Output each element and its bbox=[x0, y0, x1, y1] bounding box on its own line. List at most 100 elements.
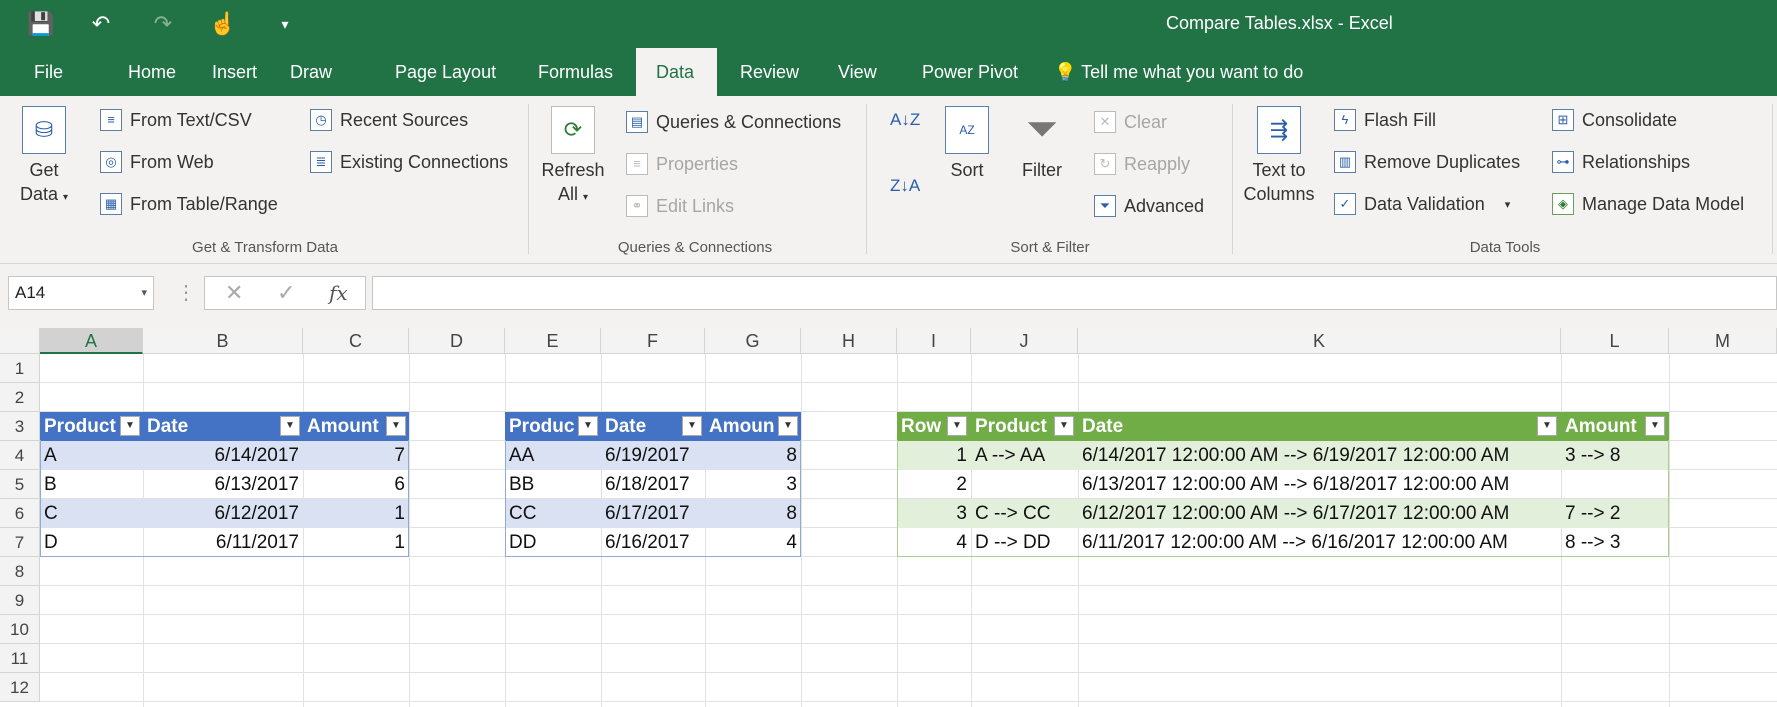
table2-cell[interactable]: 6/19/2017 bbox=[601, 441, 705, 470]
refresh-all-button[interactable]: ⟳ Refresh All ▾ bbox=[540, 106, 606, 210]
chevron-down-icon[interactable]: ▾ bbox=[141, 277, 147, 309]
table1-cell[interactable]: C bbox=[40, 499, 143, 528]
filter-dropdown-icon[interactable]: ▼ bbox=[947, 416, 967, 436]
data-validation-button[interactable]: ✓ Data Validation ▾ bbox=[1334, 193, 1510, 215]
reapply-button[interactable]: ↻ Reapply bbox=[1094, 153, 1190, 175]
table3-cell[interactable]: 4 bbox=[897, 528, 971, 557]
row-header-4[interactable]: 4 bbox=[0, 441, 40, 470]
table2-cell[interactable]: 3 bbox=[705, 470, 801, 499]
filter-dropdown-icon[interactable]: ▼ bbox=[1054, 416, 1074, 436]
filter-dropdown-icon[interactable]: ▼ bbox=[778, 416, 798, 436]
column-header-m[interactable]: M bbox=[1669, 328, 1777, 354]
table3-cell[interactable]: C --> CC bbox=[971, 499, 1078, 528]
row-header-8[interactable]: 8 bbox=[0, 557, 40, 586]
formula-input[interactable] bbox=[372, 276, 1777, 310]
table2-cell[interactable]: CC bbox=[505, 499, 601, 528]
edit-links-button[interactable]: ⚭ Edit Links bbox=[626, 195, 734, 217]
table2-cell[interactable]: BB bbox=[505, 470, 601, 499]
column-header-e[interactable]: E bbox=[505, 328, 601, 354]
tab-power-pivot[interactable]: Power Pivot bbox=[902, 48, 1038, 96]
customize-qat-icon[interactable]: ▾ bbox=[270, 10, 300, 38]
filter-dropdown-icon[interactable]: ▼ bbox=[280, 416, 300, 436]
text-to-columns-button[interactable]: ⇶ Text to Columns bbox=[1240, 106, 1318, 206]
table3-cell[interactable]: 1 bbox=[897, 441, 971, 470]
table3-cell[interactable]: 3 --> 8 bbox=[1561, 441, 1669, 470]
select-all-corner[interactable] bbox=[0, 328, 40, 354]
cancel-icon[interactable]: ✕ bbox=[225, 277, 243, 309]
table3-cell[interactable]: D --> DD bbox=[971, 528, 1078, 557]
tab-draw[interactable]: Draw bbox=[270, 48, 352, 96]
properties-button[interactable]: ≡ Properties bbox=[626, 153, 738, 175]
more-options-icon[interactable]: ⋮ bbox=[176, 280, 196, 305]
table3-cell[interactable] bbox=[1561, 470, 1669, 499]
table3-cell[interactable]: 2 bbox=[897, 470, 971, 499]
tab-formulas[interactable]: Formulas bbox=[518, 48, 633, 96]
clear-filter-button[interactable]: ✕ Clear bbox=[1094, 111, 1167, 133]
table1-cell[interactable]: B bbox=[40, 470, 143, 499]
column-header-d[interactable]: D bbox=[409, 328, 505, 354]
column-header-h[interactable]: H bbox=[801, 328, 897, 354]
tab-review[interactable]: Review bbox=[720, 48, 819, 96]
touch-mode-icon[interactable]: ☝ bbox=[208, 10, 238, 38]
table1-cell[interactable]: 1 bbox=[303, 528, 409, 557]
tell-me-box[interactable]: 💡 Tell me what you want to do bbox=[1054, 62, 1303, 83]
consolidate-button[interactable]: ⊞ Consolidate bbox=[1552, 109, 1677, 131]
table3-cell[interactable]: 7 --> 2 bbox=[1561, 499, 1669, 528]
get-data-button[interactable]: ⛁ Get Data ▾ bbox=[14, 106, 74, 210]
column-header-b[interactable]: B bbox=[143, 328, 303, 354]
column-header-l[interactable]: L bbox=[1561, 328, 1669, 354]
column-header-j[interactable]: J bbox=[971, 328, 1078, 354]
row-header-11[interactable]: 11 bbox=[0, 644, 40, 673]
queries-connections-button[interactable]: ▤ Queries & Connections bbox=[626, 111, 841, 133]
insert-function-icon[interactable]: fx bbox=[329, 277, 348, 309]
column-header-a[interactable]: A bbox=[40, 328, 143, 354]
save-icon[interactable]: 💾 bbox=[26, 10, 56, 38]
column-header-f[interactable]: F bbox=[601, 328, 705, 354]
undo-icon[interactable]: ↶ bbox=[86, 10, 116, 38]
row-header-2[interactable]: 2 bbox=[0, 383, 40, 412]
column-header-c[interactable]: C bbox=[303, 328, 409, 354]
table1-cell[interactable]: 6/14/2017 bbox=[143, 441, 303, 470]
table3-cell[interactable]: A --> AA bbox=[971, 441, 1078, 470]
table3-cell[interactable]: 6/14/2017 12:00:00 AM --> 6/19/2017 12:0… bbox=[1078, 441, 1561, 470]
tab-home[interactable]: Home bbox=[108, 48, 196, 96]
remove-duplicates-button[interactable]: ▥ Remove Duplicates bbox=[1334, 151, 1520, 173]
table1-cell[interactable]: 7 bbox=[303, 441, 409, 470]
row-header-6[interactable]: 6 bbox=[0, 499, 40, 528]
table3-cell[interactable]: 8 --> 3 bbox=[1561, 528, 1669, 557]
table2-cell[interactable]: 8 bbox=[705, 441, 801, 470]
flash-fill-button[interactable]: ϟ Flash Fill bbox=[1334, 109, 1436, 131]
tab-insert[interactable]: Insert bbox=[192, 48, 277, 96]
row-header-3[interactable]: 3 bbox=[0, 412, 40, 441]
column-header-g[interactable]: G bbox=[705, 328, 801, 354]
manage-data-model-button[interactable]: ◈ Manage Data Model bbox=[1552, 193, 1744, 215]
table2-cell[interactable]: 4 bbox=[705, 528, 801, 557]
tab-view[interactable]: View bbox=[818, 48, 897, 96]
sort-a-to-z-icon[interactable]: A↓Z bbox=[890, 110, 920, 130]
table2-cell[interactable]: 6/18/2017 bbox=[601, 470, 705, 499]
worksheet-grid[interactable]: A B C D E F G H I J K L M 1 2 3 4 5 6 7 … bbox=[0, 328, 1777, 707]
advanced-filter-button[interactable]: ⏷ Advanced bbox=[1094, 195, 1204, 217]
sort-button[interactable]: AZ Sort bbox=[940, 106, 994, 182]
table2-cell[interactable]: 6/16/2017 bbox=[601, 528, 705, 557]
filter-dropdown-icon[interactable]: ▼ bbox=[120, 416, 140, 436]
table2-cell[interactable]: 8 bbox=[705, 499, 801, 528]
table3-cell[interactable] bbox=[971, 470, 1078, 499]
filter-dropdown-icon[interactable]: ▼ bbox=[1537, 416, 1557, 436]
table1-cell[interactable]: 6 bbox=[303, 470, 409, 499]
column-header-i[interactable]: I bbox=[897, 328, 971, 354]
from-web-button[interactable]: ◎ From Web bbox=[100, 151, 214, 173]
filter-dropdown-icon[interactable]: ▼ bbox=[1645, 416, 1665, 436]
name-box[interactable]: A14 ▾ bbox=[8, 276, 154, 310]
table3-cell[interactable]: 6/11/2017 12:00:00 AM --> 6/16/2017 12:0… bbox=[1078, 528, 1561, 557]
from-table-range-button[interactable]: ▦ From Table/Range bbox=[100, 193, 278, 215]
table3-cell[interactable]: 3 bbox=[897, 499, 971, 528]
table3-cell[interactable]: 6/12/2017 12:00:00 AM --> 6/17/2017 12:0… bbox=[1078, 499, 1561, 528]
filter-dropdown-icon[interactable]: ▼ bbox=[682, 416, 702, 436]
recent-sources-button[interactable]: ◷ Recent Sources bbox=[310, 109, 468, 131]
table1-cell[interactable]: 6/13/2017 bbox=[143, 470, 303, 499]
table1-cell[interactable]: A bbox=[40, 441, 143, 470]
from-text-csv-button[interactable]: ≡ From Text/CSV bbox=[100, 109, 252, 131]
table1-cell[interactable]: 6/12/2017 bbox=[143, 499, 303, 528]
redo-icon[interactable]: ↷ bbox=[148, 10, 178, 38]
